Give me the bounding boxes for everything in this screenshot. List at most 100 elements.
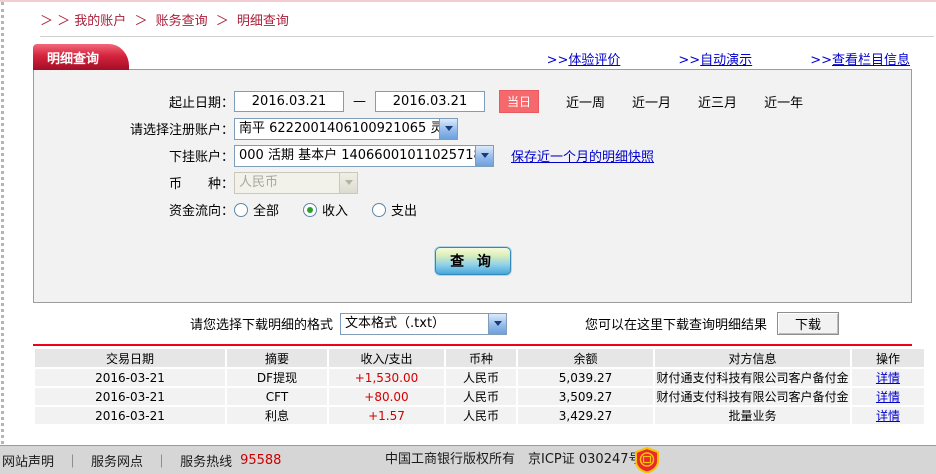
end-date-input[interactable] [375,91,485,112]
table-row: 2016-03-21 利息 +1.57 人民币 3,429.27 批量业务 详情 [35,407,924,424]
link-auto-demo[interactable]: >>自动演示 [678,49,752,68]
quick-range-today-button[interactable]: 当日 [499,90,540,113]
save-monthly-snapshot-link[interactable]: 保存近一个月的明细快照 [511,146,654,165]
footer-separator: ｜ [155,454,169,470]
cell-counterparty: 财付通支付科技有限公司客户备付金 [655,369,850,386]
sub-account-value: 000 活期 基本户 1406600101102571848 [239,147,475,163]
currency-label: 币 种： [168,177,234,192]
fund-flow-row: 资金流向： 全部 收入 支出 [34,196,911,223]
fund-flow-radio-all[interactable]: 全部 [234,200,279,219]
link-arrows: >> [810,53,832,68]
fund-flow-radio-expense[interactable]: 支出 [372,200,417,219]
download-format-value: 文本格式（.txt） [345,315,446,331]
link-arrows: >> [678,53,701,68]
col-header-currency: 币种 [446,349,516,367]
register-account-row: 请选择注册账户： 南平 6222001406100921065 灵通卡 [34,115,911,142]
radio-label: 支出 [391,204,418,219]
col-header-action: 操作 [852,349,924,367]
chevron-down-icon [339,172,357,193]
currency-row: 币 种： 人民币 [34,169,911,196]
cell-amount: +1.57 [329,407,444,424]
download-button[interactable]: 下载 [777,312,840,335]
footer-separator: ｜ [66,454,80,470]
footer-copyright: 中国工商银行版权所有 京ICP证 030247号 [385,452,642,467]
cell-summary: CFT [227,388,327,405]
footer: 网站声明 ｜ 服务网点 ｜ 服务热线 95588 中国工商银行版权所有 京ICP… [0,445,936,474]
cell-summary: 利息 [227,407,327,424]
radio-label: 收入 [322,204,349,219]
cell-currency: 人民币 [446,407,516,424]
footer-link-service-outlets[interactable]: 服务网点 [91,451,143,470]
col-header-summary: 摘要 [227,349,327,367]
query-button[interactable]: 查 询 [434,247,511,275]
radio-icon[interactable] [234,202,248,217]
cell-currency: 人民币 [446,369,516,386]
cell-balance: 3,509.27 [518,388,653,405]
quick-range-last-3-months[interactable]: 近三月 [698,92,737,111]
radio-icon[interactable] [303,202,318,217]
register-account-select[interactable]: 南平 6222001406100921065 灵通卡 [234,117,458,140]
cell-counterparty: 财付通支付科技有限公司客户备付金 [655,388,850,405]
date-range-dash: — [353,94,366,109]
quick-range-last-week[interactable]: 近一周 [566,92,605,111]
detail-link[interactable]: 详情 [876,390,900,404]
query-form-panel: 起止日期： — 当日 近一周 近一月 近三月 近一年 请选择注册账户： 南平 6… [33,69,912,303]
tab-row: 明细查询 >>体验评价 >>自动演示 >>查看栏目信息 [33,44,912,70]
fund-flow-radio-income[interactable]: 收入 [303,200,348,219]
col-header-date: 交易日期 [35,349,225,367]
footer-hotline-label: 服务热线 [180,454,233,470]
cell-amount: +80.00 [329,388,444,405]
sub-account-select[interactable]: 000 活期 基本户 1406600101102571848 [234,144,494,167]
breadcrumb-separator: ＞ [134,14,148,29]
breadcrumb-divider [40,36,934,37]
chevron-down-icon[interactable] [439,118,457,139]
col-header-balance: 余额 [518,349,653,367]
table-row: 2016-03-21 DF提现 +1,530.00 人民币 5,039.27 财… [35,369,924,386]
main-content: 明细查询 >>体验评价 >>自动演示 >>查看栏目信息 起止日期： — 当日 近… [33,44,924,426]
cell-balance: 3,429.27 [518,407,653,424]
icp-shield-badge-icon [635,447,659,473]
start-date-input[interactable] [234,91,344,112]
breadcrumb-item-account-query[interactable]: 账务查询 [156,14,208,29]
breadcrumb: ＞ ＞ 我的账户 ＞ 账务查询 ＞ 明细查询 [0,2,936,29]
table-header-row: 交易日期 摘要 收入/支出 币种 余额 对方信息 操作 [35,349,924,367]
chevron-down-icon[interactable] [475,145,493,166]
link-view-column-info[interactable]: >>查看栏目信息 [810,49,910,68]
cell-currency: 人民币 [446,388,516,405]
footer-links: 网站声明 ｜ 服务网点 ｜ 服务热线 95588 [2,451,281,470]
radio-label: 全部 [253,204,280,219]
currency-value: 人民币 [239,174,279,190]
detail-link[interactable]: 详情 [876,409,900,423]
register-account-label: 请选择注册账户： [129,123,234,138]
sub-account-label: 下挂账户： [168,150,234,165]
tab-detail-query[interactable]: 明细查询 [33,44,130,70]
cell-balance: 5,039.27 [518,369,653,386]
breadcrumb-item-my-account[interactable]: 我的账户 [74,14,126,29]
cell-summary: DF提现 [227,369,327,386]
col-header-counterparty: 对方信息 [655,349,850,367]
breadcrumb-item-detail-query[interactable]: 明细查询 [237,14,289,29]
quick-range-last-month[interactable]: 近一月 [632,92,671,111]
cell-counterparty: 批量业务 [655,407,850,424]
cell-amount: +1,530.00 [329,369,444,386]
currency-select-disabled: 人民币 [234,171,358,194]
cell-date: 2016-03-21 [35,388,225,405]
red-divider [33,344,912,346]
left-frame-border [1,2,4,444]
footer-link-site-statement[interactable]: 网站声明 [2,451,54,470]
download-format-select[interactable]: 文本格式（.txt） [340,312,508,335]
chevron-down-icon[interactable] [488,313,507,334]
link-experience-evaluation[interactable]: >>体验评价 [547,49,621,68]
radio-icon[interactable] [372,202,387,217]
breadcrumb-separator: ＞ [215,14,229,29]
detail-link[interactable]: 详情 [876,371,900,385]
page: ＞ ＞ 我的账户 ＞ 账务查询 ＞ 明细查询 明细查询 >>体验评价 >>自动演… [0,0,936,474]
fund-flow-label: 资金流向： [168,204,234,219]
footer-hotline-number: 95588 [240,452,282,468]
sub-account-row: 下挂账户： 000 活期 基本户 1406600101102571848 保存近… [34,142,911,169]
download-row: 请您选择下载明细的格式 文本格式（.txt） 您可以在这里下载查询明细结果 下载 [33,312,912,335]
quick-range-last-year[interactable]: 近一年 [764,92,803,111]
col-header-amount: 收入/支出 [329,349,444,367]
link-arrows: >> [546,53,569,68]
register-account-value: 南平 6222001406100921065 灵通卡 [239,120,439,136]
